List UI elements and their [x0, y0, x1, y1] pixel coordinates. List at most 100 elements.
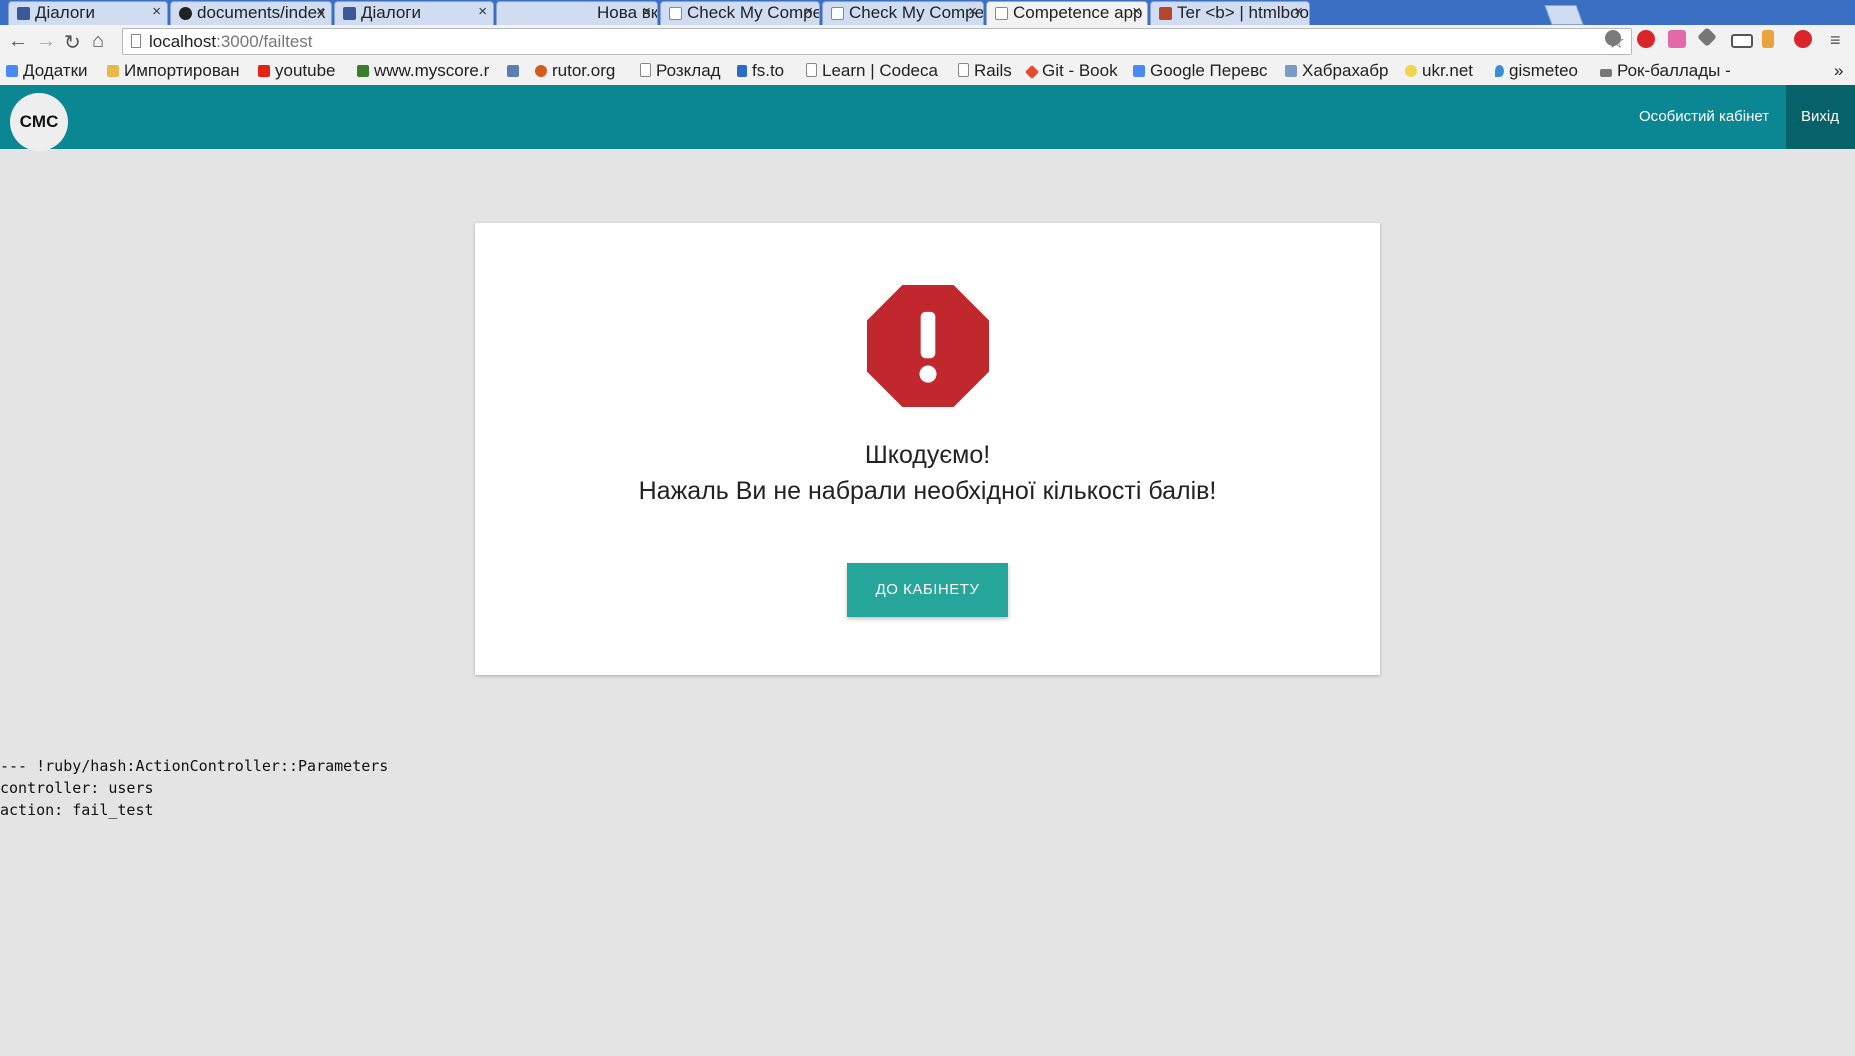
- browser-tab[interactable]: Діалоги ×: [8, 1, 168, 25]
- browser-tab[interactable]: Check My Compe ×: [822, 1, 984, 25]
- ukrnet-icon: [1405, 65, 1417, 77]
- bookmark-label: Хабрахабр: [1302, 61, 1389, 80]
- adblock-icon[interactable]: [1794, 30, 1812, 48]
- reload-icon[interactable]: ↻: [64, 30, 81, 55]
- to-cabinet-button[interactable]: ДО КАБІНЕТУ: [847, 563, 1008, 617]
- app-header: CMC Особистий кабінет Вихід: [0, 85, 1855, 151]
- new-tab-button[interactable]: [1544, 5, 1584, 25]
- bookmark-label: Додатки: [23, 61, 88, 80]
- browser-tab[interactable]: Нова вкладка ×: [496, 1, 658, 25]
- tab-strip: Діалоги × documents/index × Діалоги × Но…: [0, 0, 1855, 25]
- debug-line: action: fail_test: [0, 801, 154, 819]
- bookmarks-overflow-icon[interactable]: »: [1834, 61, 1843, 81]
- home-icon[interactable]: ⌂: [92, 30, 104, 53]
- bookmark-label: Импортирован: [124, 61, 240, 80]
- bookmark-item[interactable]: rutor.org: [535, 61, 615, 81]
- close-icon[interactable]: ×: [968, 3, 977, 20]
- url-text[interactable]: localhost:3000/failtest: [149, 32, 313, 52]
- git-icon: [1024, 64, 1040, 80]
- url-path: :3000/failtest: [216, 32, 313, 51]
- address-bar[interactable]: localhost:3000/failtest ☆: [122, 28, 1632, 55]
- bookmark-item[interactable]: Розклад: [640, 61, 721, 81]
- vk-icon: [507, 65, 519, 77]
- fs-arrow-icon: [737, 65, 747, 77]
- close-icon[interactable]: ×: [1294, 3, 1303, 20]
- close-icon[interactable]: ×: [152, 3, 161, 20]
- fail-message: Нажаль Ви не набрали необхідної кількост…: [638, 477, 1217, 505]
- tab-title: Check My Compe: [687, 3, 820, 22]
- close-icon[interactable]: ×: [316, 3, 325, 20]
- browser-tab[interactable]: Діалоги ×: [334, 1, 494, 25]
- bookmark-folder[interactable]: Импортирован: [107, 61, 240, 81]
- bookmark-label: Розклад: [656, 61, 721, 80]
- browser-tab[interactable]: documents/index ×: [170, 1, 332, 25]
- tab-title: documents/index: [197, 3, 326, 22]
- page-icon: [131, 34, 141, 48]
- back-icon[interactable]: ←: [8, 30, 28, 53]
- bookmark-item[interactable]: fs.to: [737, 61, 784, 81]
- vk-icon: [17, 7, 30, 20]
- bookmark-item[interactable]: Google Перевс: [1133, 61, 1267, 81]
- bookmark-item[interactable]: ukr.net: [1405, 61, 1473, 81]
- bookmark-item[interactable]: www.myscore.r: [357, 61, 489, 81]
- extension-icon[interactable]: [1637, 30, 1655, 48]
- forward-icon[interactable]: →: [36, 30, 56, 53]
- extension-icon[interactable]: [1668, 30, 1686, 48]
- github-icon: [179, 7, 192, 20]
- menu-icon[interactable]: ≡: [1830, 30, 1841, 51]
- eyedropper-icon[interactable]: [1697, 27, 1717, 47]
- habr-icon: [1285, 65, 1297, 77]
- rutor-icon: [535, 65, 547, 77]
- bookmark-label: ukr.net: [1422, 61, 1474, 80]
- browser-tab-active[interactable]: Competence app ×: [986, 1, 1148, 25]
- app-logo[interactable]: CMC: [10, 93, 68, 151]
- gismeteo-icon: [1495, 65, 1504, 77]
- bookmark-label: www.myscore.r: [374, 61, 490, 80]
- apps-icon: [6, 65, 18, 77]
- folder-icon: [107, 65, 119, 77]
- bookmark-item[interactable]: Рок-баллады -: [1600, 61, 1731, 81]
- page-icon: [831, 7, 844, 20]
- browser-tab[interactable]: Ter <b> | htmlboo ×: [1150, 1, 1310, 25]
- close-icon[interactable]: ×: [1132, 3, 1141, 20]
- url-host: localhost: [149, 32, 217, 51]
- close-icon[interactable]: ×: [642, 3, 651, 20]
- page-icon: [995, 7, 1008, 20]
- bookmark-item[interactable]: Git - Book: [1024, 61, 1118, 81]
- tab-title: Check My Compe: [849, 3, 984, 22]
- google-translate-icon: [1133, 65, 1145, 77]
- bookmark-label: rutor.org: [552, 61, 616, 80]
- mask-icon: [1600, 69, 1612, 77]
- extension-icon[interactable]: [1762, 30, 1774, 48]
- browser-tab[interactable]: Check My Compe ×: [660, 1, 820, 25]
- tab-title: Діалоги: [35, 3, 96, 22]
- browser-chrome: Діалоги × documents/index × Діалоги × Но…: [0, 0, 1855, 85]
- tab-title: Competence app: [1013, 3, 1143, 22]
- page-icon: [640, 63, 651, 77]
- close-icon[interactable]: ×: [478, 3, 487, 20]
- bookmarks-bar: Додатки Импортирован youtube www.myscore…: [0, 59, 1855, 85]
- sorry-heading: Шкодуємо!: [864, 441, 991, 469]
- bookmark-label: Google Перевс: [1150, 61, 1268, 80]
- extension-icon[interactable]: [1731, 34, 1753, 48]
- close-icon[interactable]: ×: [804, 3, 813, 20]
- nav-personal-cabinet[interactable]: Особистий кабінет: [1624, 85, 1784, 149]
- bookmark-item[interactable]: Хабрахабр: [1285, 61, 1388, 81]
- bookmark-label: Learn | Codeca: [822, 61, 938, 80]
- bookmark-item[interactable]: [507, 61, 524, 81]
- bookmark-item[interactable]: youtube: [258, 61, 336, 81]
- bookmark-item[interactable]: gismeteo: [1495, 61, 1578, 81]
- myscore-icon: [357, 65, 369, 77]
- bookmark-label: Git - Book: [1042, 61, 1118, 80]
- page-icon: [806, 63, 817, 77]
- page-icon: [958, 63, 969, 77]
- vk-icon: [343, 7, 356, 20]
- bookmark-item[interactable]: Learn | Codeca: [806, 61, 938, 81]
- bookmark-label: youtube: [275, 61, 336, 80]
- extension-icon[interactable]: [1605, 30, 1621, 46]
- html-icon: [1159, 7, 1172, 20]
- bookmark-label: Rails: [974, 61, 1012, 80]
- bookmark-item[interactable]: Rails: [958, 61, 1012, 81]
- nav-logout[interactable]: Вихід: [1786, 85, 1855, 149]
- bookmark-item[interactable]: Додатки: [6, 61, 88, 81]
